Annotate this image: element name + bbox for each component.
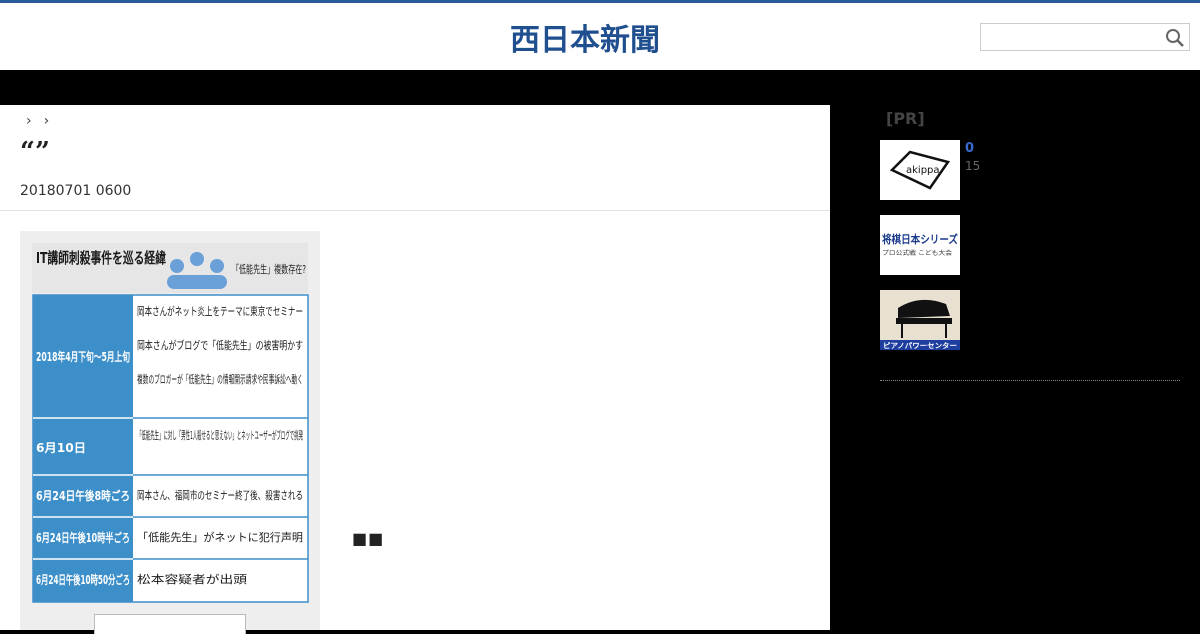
image-caption-box (94, 614, 246, 634)
timeline-item: 岡本さんがネット炎上をテーマに東京でセミナー (137, 304, 303, 318)
timeline-date: 6月24日午後8時ごろ (36, 488, 130, 503)
ad-shogi-series[interactable]: 将棋日本シリーズ プロ公式戦 こども大会 (880, 215, 960, 275)
site-logo[interactable]: 西日本新聞 (510, 20, 692, 58)
ad-subtext: 15 (965, 159, 981, 173)
article-body-text: ■■ (352, 529, 385, 548)
article-image[interactable]: IT講師刺殺事件を巡る経緯 「低能先生」複数存在? 2018年4月下旬〜 (20, 231, 320, 634)
search-box (980, 23, 1190, 51)
breadcrumb-separator-icon: › (43, 113, 50, 129)
breadcrumb: › › (26, 113, 49, 129)
timeline-item: 「低能先生」に対し「男性1人殺せると思えない」とネットユーザーがブログで挑発 (137, 428, 303, 442)
timeline-item: 複数のブロガーが「低能先生」の情報開示請求や民事訴訟へ動く (137, 372, 303, 386)
timeline-date: 2018年4月下旬〜5月上旬 (36, 349, 130, 364)
svg-text:将棋日本シリーズ: 将棋日本シリーズ (882, 232, 958, 246)
svg-text:西日本新聞: 西日本新聞 (510, 23, 660, 58)
article-date: 20180701 0600 (20, 183, 132, 199)
infographic-heading: IT講師刺殺事件を巡る経緯 (36, 249, 166, 267)
infographic-badge: 「低能先生」複数存在? (232, 262, 306, 276)
ad-akippa[interactable]: akippa (880, 140, 960, 200)
site-header: 西日本新聞 (0, 0, 1200, 70)
piano-image: ピアノパワーセンター (880, 290, 960, 350)
infographic: IT講師刺殺事件を巡る経緯 「低能先生」複数存在? 2018年4月下旬〜 (32, 243, 309, 603)
timeline-item: 岡本さん、福岡市のセミナー終了後、殺害される (137, 488, 303, 502)
pr-label: [PR] (886, 109, 925, 128)
svg-text:akippa: akippa (906, 165, 940, 176)
divider (0, 210, 830, 211)
ad-piano-power-center[interactable]: ピアノパワーセンター (880, 290, 960, 350)
sidebar-divider (880, 380, 1180, 381)
breadcrumb-separator-icon: › (26, 113, 32, 129)
timeline-date: 6月24日午後10時半ごろ (36, 530, 130, 545)
timeline-date: 6月24日午後10時50分ごろ (36, 572, 130, 587)
shogi-logo: 将棋日本シリーズ プロ公式戦 こども大会 (882, 232, 958, 257)
timeline-date: 6月10日 (36, 441, 86, 455)
search-input[interactable] (981, 24, 1161, 50)
article-title: “” (20, 137, 50, 167)
nav-bar (0, 70, 1200, 105)
timeline-item: 松本容疑者が出頭 (137, 572, 247, 586)
svg-text:プロ公式戦 こども大会: プロ公式戦 こども大会 (882, 249, 952, 257)
akippa-logo: akippa (889, 150, 951, 190)
sidebar: [PR] akippa 0 15 将棋日本シリーズ プロ公式戦 こども大会 ピア… (830, 105, 1200, 630)
article-main: › › “” 20180701 0600 IT講師刺殺事件を巡る経緯 「低能先生… (0, 105, 830, 634)
timeline-item: 岡本さんがブログで「低能先生」の被害明かす (137, 338, 303, 352)
svg-text:ピアノパワーセンター: ピアノパワーセンター (883, 341, 957, 350)
search-icon[interactable] (1165, 28, 1185, 48)
ad-count[interactable]: 0 (965, 141, 974, 156)
timeline-item: 「低能先生」がネットに犯行声明 (137, 530, 303, 544)
